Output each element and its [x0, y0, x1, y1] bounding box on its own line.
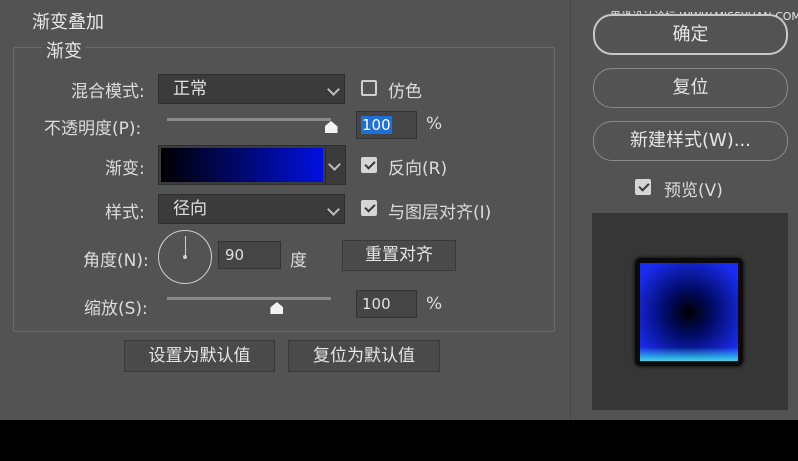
set-default-label: 设置为默认值: [148, 346, 251, 366]
reset-label: 复位: [672, 77, 709, 98]
new-style-label: 新建样式(W)...: [629, 130, 751, 151]
preview-checkbox[interactable]: [635, 179, 651, 195]
angle-unit: 度: [290, 251, 307, 271]
opacity-input[interactable]: 100: [356, 111, 417, 139]
preview-label: 预览(V): [664, 181, 723, 201]
align-with-layer-label: 与图层对齐(I): [388, 203, 492, 223]
angle-dial[interactable]: [158, 230, 212, 284]
panel-divider: [570, 0, 571, 420]
preview-swatch-frame: [635, 258, 743, 366]
scale-input[interactable]: 100: [356, 290, 417, 318]
opacity-slider-track[interactable]: [167, 118, 331, 121]
panel-title: 渐变叠加: [32, 12, 104, 33]
reset-default-label: 复位为默认值: [313, 346, 415, 366]
opacity-unit: %: [426, 114, 443, 134]
reset-default-button[interactable]: 复位为默认值: [288, 340, 440, 372]
gradient-label: 渐变:: [105, 159, 145, 179]
chevron-down-icon[interactable]: [328, 158, 341, 171]
chevron-down-icon: [327, 83, 340, 96]
angle-input[interactable]: 90: [218, 241, 281, 269]
group-title: 渐变: [42, 37, 86, 63]
new-style-button[interactable]: 新建样式(W)...: [593, 121, 788, 161]
preview-swatch: [640, 263, 738, 361]
gradient-swatch[interactable]: [161, 148, 323, 182]
style-value: 径向: [173, 199, 207, 219]
blend-mode-select[interactable]: 正常: [158, 74, 345, 104]
style-label: 样式:: [105, 203, 145, 223]
chevron-down-icon: [327, 203, 340, 216]
reset-alignment-button[interactable]: 重置对齐: [342, 240, 456, 271]
layer-style-dialog: 思缘设计论坛 WWW.MISSYUAN.COM 渐变叠加 渐变 混合模式: 正常…: [0, 0, 798, 420]
reset-button[interactable]: 复位: [593, 68, 788, 108]
set-default-button[interactable]: 设置为默认值: [124, 340, 275, 372]
reverse-label: 反向(R): [388, 159, 448, 179]
ok-button[interactable]: 确定: [593, 14, 788, 55]
opacity-value: 100: [361, 116, 392, 134]
align-with-layer-checkbox[interactable]: [361, 200, 377, 216]
reverse-checkbox[interactable]: [361, 157, 377, 173]
blend-mode-label: 混合模式:: [71, 82, 145, 102]
scale-label: 缩放(S):: [84, 299, 148, 319]
style-preview-area: [592, 213, 788, 410]
style-select[interactable]: 径向: [158, 194, 345, 224]
angle-label: 角度(N):: [83, 251, 149, 271]
dither-label: 仿色: [388, 82, 422, 102]
reset-alignment-label: 重置对齐: [365, 245, 433, 265]
dither-checkbox[interactable]: [361, 80, 377, 96]
angle-value: 90: [225, 246, 245, 264]
ok-label: 确定: [672, 24, 709, 45]
gradient-picker[interactable]: [158, 145, 346, 185]
angle-dial-needle: [185, 236, 186, 257]
scale-slider-track[interactable]: [167, 297, 331, 300]
opacity-label: 不透明度(P):: [44, 119, 142, 139]
scale-value: 100: [362, 295, 391, 313]
scale-unit: %: [426, 294, 443, 314]
blend-mode-value: 正常: [173, 79, 207, 99]
